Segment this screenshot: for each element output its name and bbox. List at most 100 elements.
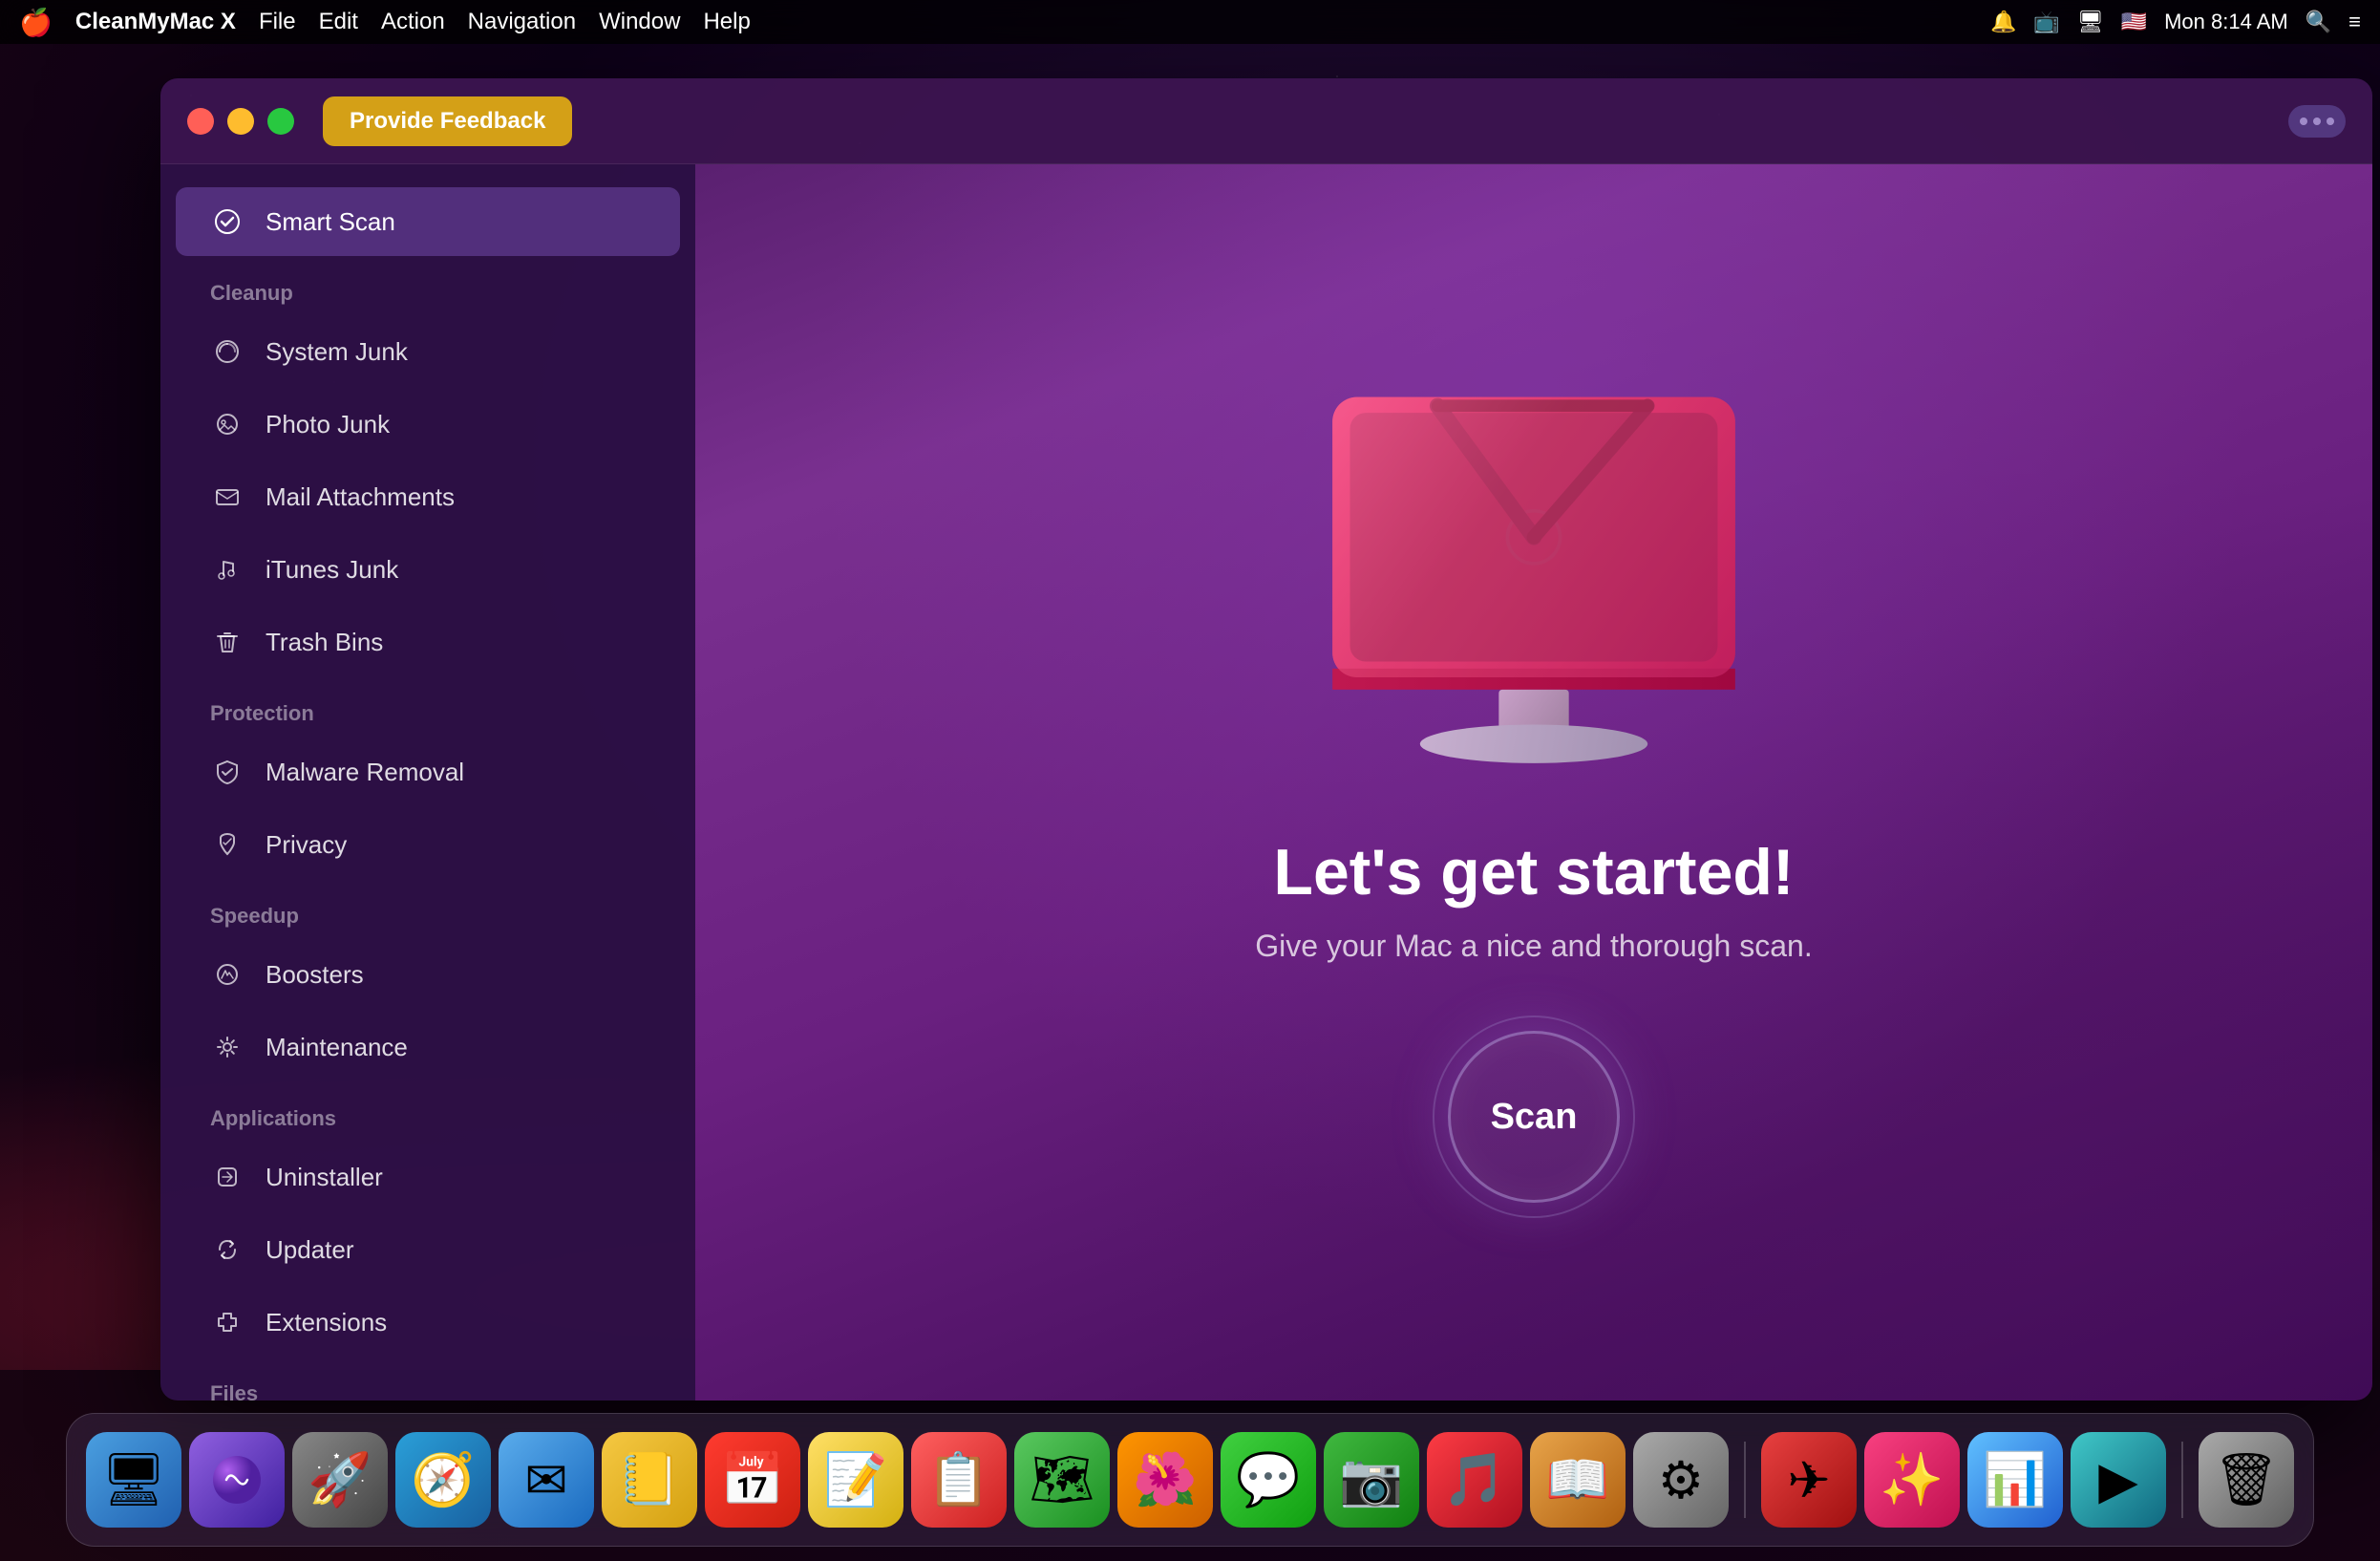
search-icon[interactable]: 🔍	[2306, 10, 2331, 34]
window-menu[interactable]: Window	[599, 9, 680, 35]
sidebar: Smart Scan Cleanup System Junk	[160, 164, 695, 1401]
menu-bar-time: Mon 8:14 AM	[2164, 10, 2288, 34]
dock-item-trash[interactable]: 🗑	[2199, 1432, 2294, 1528]
minimize-button[interactable]	[227, 108, 254, 135]
privacy-icon	[210, 827, 244, 862]
dock-item-cleanmymac[interactable]: ✨	[1864, 1432, 1960, 1528]
boosters-icon	[210, 957, 244, 992]
app-window: Provide Feedback Smart Scan Cleanup	[160, 78, 2372, 1401]
sidebar-item-itunes-junk[interactable]: iTunes Junk	[176, 535, 680, 604]
file-menu[interactable]: File	[259, 9, 296, 35]
mail-attachments-label: Mail Attachments	[266, 482, 455, 512]
sidebar-item-updater[interactable]: Updater	[176, 1215, 680, 1284]
dock-item-system-prefs[interactable]: ⚙	[1633, 1432, 1729, 1528]
trash-bins-icon	[210, 625, 244, 659]
system-junk-icon	[210, 334, 244, 369]
dock-item-calendar[interactable]: 📅	[705, 1432, 800, 1528]
sidebar-item-malware-removal[interactable]: Malware Removal	[176, 738, 680, 806]
main-content: Smart Scan Cleanup System Junk	[160, 164, 2372, 1401]
action-menu[interactable]: Action	[381, 9, 445, 35]
sidebar-item-privacy[interactable]: Privacy	[176, 810, 680, 879]
sidebar-item-photo-junk[interactable]: Photo Junk	[176, 390, 680, 459]
itunes-junk-label: iTunes Junk	[266, 555, 398, 585]
applications-section-label: Applications	[160, 1085, 695, 1139]
dock-item-qreate[interactable]: ▶	[2071, 1432, 2166, 1528]
dock-item-launchpad[interactable]: 🚀	[292, 1432, 388, 1528]
notification-icon[interactable]: 🔔	[1990, 10, 2016, 34]
help-menu[interactable]: Help	[703, 9, 750, 35]
edit-menu[interactable]: Edit	[319, 9, 358, 35]
sidebar-item-extensions[interactable]: Extensions	[176, 1288, 680, 1357]
subheadline: Give your Mac a nice and thorough scan.	[1255, 929, 1812, 964]
app-name-menu[interactable]: CleanMyMac X	[75, 9, 236, 35]
malware-removal-label: Malware Removal	[266, 758, 464, 787]
apple-menu[interactable]: 🍎	[19, 7, 53, 38]
sidebar-item-maintenance[interactable]: Maintenance	[176, 1013, 680, 1081]
dock-item-photos[interactable]: 🌺	[1117, 1432, 1213, 1528]
trash-bins-label: Trash Bins	[266, 628, 383, 657]
system-junk-label: System Junk	[266, 337, 408, 367]
airplay-icon[interactable]: 📺	[2033, 10, 2059, 34]
headline: Let's get started!	[1273, 835, 1794, 909]
sidebar-item-smart-scan[interactable]: Smart Scan	[176, 187, 680, 256]
itunes-junk-icon	[210, 552, 244, 587]
dock-item-safari[interactable]: 🧭	[395, 1432, 491, 1528]
dock-item-airmail[interactable]: ✈	[1761, 1432, 1857, 1528]
sidebar-item-system-junk[interactable]: System Junk	[176, 317, 680, 386]
close-button[interactable]	[187, 108, 214, 135]
dock-item-notes[interactable]: 📝	[808, 1432, 903, 1528]
title-bar: Provide Feedback	[160, 78, 2372, 164]
files-section-label: Files	[160, 1360, 695, 1401]
scan-button-ring	[1433, 1016, 1635, 1218]
flag-icon[interactable]: 🇺🇸	[2121, 10, 2147, 34]
dock-item-mail[interactable]: ✉	[499, 1432, 594, 1528]
mail-attachments-icon	[210, 480, 244, 514]
updater-icon	[210, 1232, 244, 1267]
updater-label: Updater	[266, 1235, 354, 1265]
dock-item-reminders[interactable]: 📋	[911, 1432, 1007, 1528]
uninstaller-icon	[210, 1160, 244, 1194]
sidebar-item-mail-attachments[interactable]: Mail Attachments	[176, 462, 680, 531]
dock-item-contacts[interactable]: 📒	[602, 1432, 697, 1528]
navigation-menu[interactable]: Navigation	[468, 9, 576, 35]
dock-separator-2	[2181, 1442, 2183, 1518]
dock-item-messages[interactable]: 💬	[1221, 1432, 1316, 1528]
dock-item-facetime[interactable]: 📷	[1324, 1432, 1419, 1528]
control-center-icon[interactable]: ≡	[2348, 10, 2361, 34]
dot-1	[2300, 118, 2307, 125]
window-controls	[187, 108, 294, 135]
maintenance-label: Maintenance	[266, 1033, 408, 1062]
smart-scan-label: Smart Scan	[266, 207, 395, 237]
photo-junk-icon	[210, 407, 244, 441]
cleanup-section-label: Cleanup	[160, 260, 695, 313]
feedback-button[interactable]: Provide Feedback	[323, 96, 572, 146]
extensions-icon	[210, 1305, 244, 1339]
smart-scan-icon	[210, 204, 244, 239]
dock-separator	[1744, 1442, 1746, 1518]
maintenance-icon	[210, 1030, 244, 1064]
imac-illustration	[1200, 362, 1868, 787]
sidebar-item-uninstaller[interactable]: Uninstaller	[176, 1143, 680, 1211]
dock: 🖥 🚀 🧭 ✉ 📒 📅 📝 📋 🗺 🌺 💬 📷 🎵 📖	[0, 1399, 2380, 1561]
dock-item-istat[interactable]: 📊	[1967, 1432, 2063, 1528]
dock-item-siri[interactable]	[189, 1432, 285, 1528]
malware-removal-icon	[210, 755, 244, 789]
extensions-label: Extensions	[266, 1308, 387, 1337]
protection-section-label: Protection	[160, 680, 695, 734]
more-options-button[interactable]	[2288, 105, 2346, 138]
dot-2	[2313, 118, 2321, 125]
dock-item-music[interactable]: 🎵	[1427, 1432, 1522, 1528]
scan-button-container: Scan	[1448, 1031, 1620, 1203]
photo-junk-label: Photo Junk	[266, 410, 390, 439]
main-panel: Let's get started! Give your Mac a nice …	[695, 164, 2372, 1401]
maximize-button[interactable]	[267, 108, 294, 135]
dot-3	[2327, 118, 2334, 125]
dock-item-books[interactable]: 📖	[1530, 1432, 1626, 1528]
screen-icon[interactable]: 🖥	[2077, 10, 2104, 34]
dock-item-finder[interactable]: 🖥	[86, 1432, 181, 1528]
dock-item-maps[interactable]: 🗺	[1014, 1432, 1110, 1528]
dock-background: 🖥 🚀 🧭 ✉ 📒 📅 📝 📋 🗺 🌺 💬 📷 🎵 📖	[66, 1413, 2314, 1547]
boosters-label: Boosters	[266, 960, 364, 990]
sidebar-item-boosters[interactable]: Boosters	[176, 940, 680, 1009]
sidebar-item-trash-bins[interactable]: Trash Bins	[176, 608, 680, 676]
